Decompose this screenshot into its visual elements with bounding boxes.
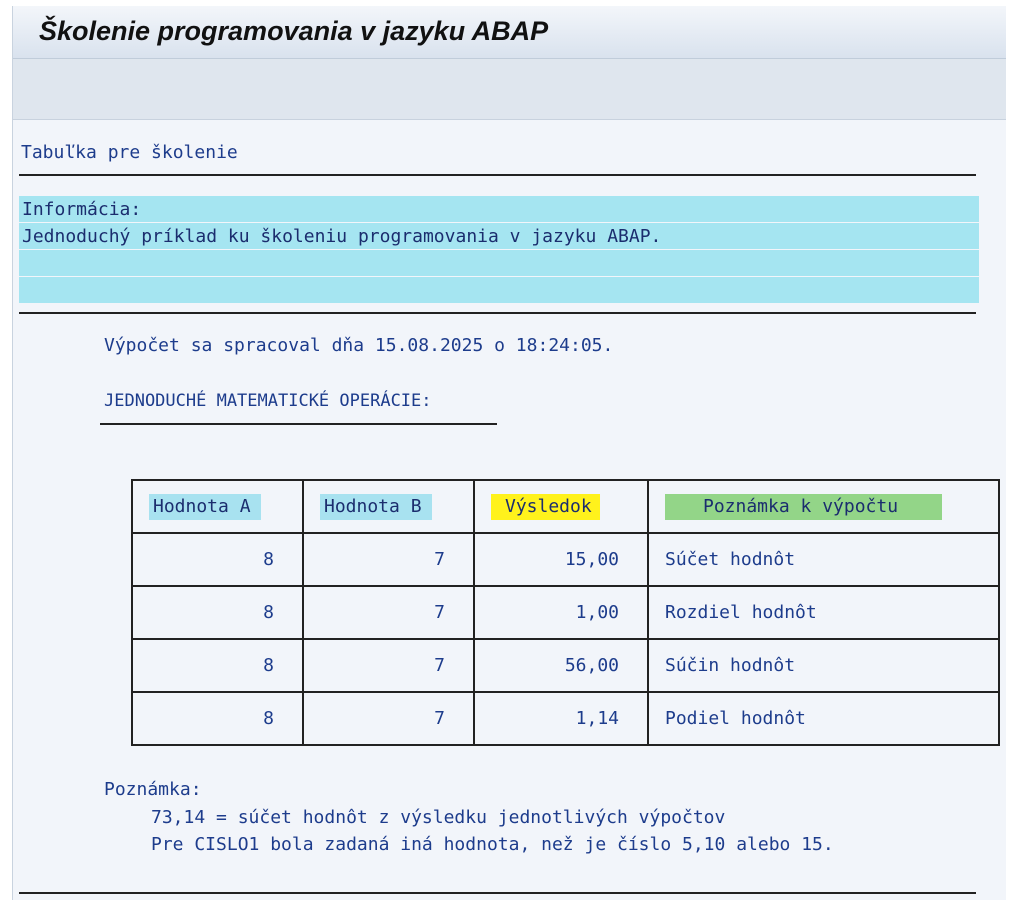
cell-value-a: 8 — [131, 691, 304, 746]
info-text: Jednoduchý príklad ku školeniu programov… — [22, 226, 662, 247]
window-title: Školenie programovania v jazyku ABAP — [39, 16, 549, 46]
info-row-empty-2 — [19, 277, 979, 303]
cell-note: Podiel hodnôt — [647, 691, 1000, 746]
table-header-row: Hodnota A Hodnota B Výsledok Poznámka k … — [131, 479, 1000, 534]
report-heading: Tabuľka pre školenie — [21, 142, 238, 163]
header-poznamka: Poznámka k výpočtu — [665, 493, 943, 520]
cell-note: Rozdiel hodnôt — [647, 585, 1000, 640]
sap-window: Školenie programovania v jazyku ABAP Tab… — [12, 6, 1006, 900]
notes-line-1: 73,14 = súčet hodnôt z výsledku jednotli… — [151, 807, 726, 828]
header-cell-a: Hodnota A — [131, 479, 304, 534]
cell-result: 56,00 — [473, 638, 649, 693]
cell-value-b: 7 — [302, 532, 475, 587]
header-cell-result: Výsledok — [473, 479, 649, 534]
header-cell-b: Hodnota B — [302, 479, 475, 534]
section-underline — [100, 423, 497, 425]
application-toolbar — [13, 59, 1006, 120]
cell-value-a: 8 — [131, 532, 304, 587]
results-table: Hodnota A Hodnota B Výsledok Poznámka k … — [131, 479, 1000, 746]
notes-line-2: Pre CISLO1 bola zadaná iná hodnota, než … — [151, 834, 834, 855]
cell-note: Súčin hodnôt — [647, 638, 1000, 693]
title-bar: Školenie programovania v jazyku ABAP — [13, 6, 1006, 59]
cell-value-b: 7 — [302, 691, 475, 746]
cell-result: 15,00 — [473, 532, 649, 587]
table-row: 8 7 1,14 Podiel hodnôt — [131, 691, 1000, 746]
header-hodnota-b: Hodnota B — [320, 493, 432, 520]
header-hodnota-a: Hodnota A — [149, 493, 261, 520]
cell-value-a: 8 — [131, 638, 304, 693]
table-row: 8 7 56,00 Súčin hodnôt — [131, 638, 1000, 693]
section-title: JEDNODUCHÉ MATEMATICKÉ OPERÁCIE: — [104, 391, 432, 411]
info-label: Informácia: — [22, 199, 142, 220]
divider-bottom — [19, 892, 976, 894]
computed-timestamp: Výpočet sa spracoval dňa 15.08.2025 o 18… — [104, 335, 614, 356]
cell-result: 1,14 — [473, 691, 649, 746]
divider-middle — [19, 312, 976, 314]
cell-value-b: 7 — [302, 638, 475, 693]
header-cell-note: Poznámka k výpočtu — [647, 479, 1000, 534]
notes-label: Poznámka: — [104, 779, 202, 800]
divider-top — [19, 174, 976, 176]
cell-value-a: 8 — [131, 585, 304, 640]
cell-value-b: 7 — [302, 585, 475, 640]
info-row-label: Informácia: — [19, 196, 979, 222]
header-vysledok: Výsledok — [491, 493, 600, 520]
cell-result: 1,00 — [473, 585, 649, 640]
report-output: Tabuľka pre školenie Informácia: Jednodu… — [13, 120, 1006, 900]
cell-note: Súčet hodnôt — [647, 532, 1000, 587]
info-row-text: Jednoduchý príklad ku školeniu programov… — [19, 223, 979, 249]
info-row-empty-1 — [19, 250, 979, 276]
table-row: 8 7 15,00 Súčet hodnôt — [131, 532, 1000, 587]
table-row: 8 7 1,00 Rozdiel hodnôt — [131, 585, 1000, 640]
